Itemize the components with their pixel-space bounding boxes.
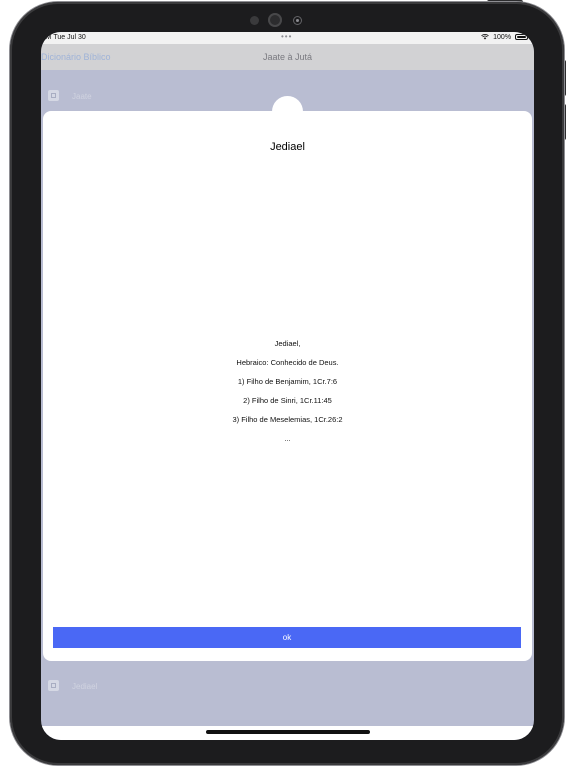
camera-lens: [268, 13, 282, 27]
light-sensor: [293, 16, 302, 25]
multitasking-dots[interactable]: •••: [281, 32, 292, 41]
list-item-icon: [48, 680, 59, 691]
list-item-label: Jediael: [72, 682, 98, 691]
definition-modal: Jediael Jediael, Hebraico: Conhecido de …: [43, 111, 532, 661]
status-right: 100%: [481, 34, 528, 41]
body-line: ...: [284, 434, 291, 443]
page: PM Tue Jul 30 ••• 100% Dicionário Bíblic…: [0, 0, 576, 768]
battery-percent: 100%: [493, 34, 512, 41]
body-line: Hebraico: Conhecido de Deus.: [236, 358, 339, 367]
body-line: 2) Filho de Sinri, 1Cr.11:45: [243, 396, 332, 405]
sensor-dot: [250, 16, 259, 25]
body-line: 3) Filho de Meselemias, 1Cr.26:2: [232, 415, 343, 424]
body-line: Jediael,: [274, 339, 301, 348]
screen: PM Tue Jul 30 ••• 100% Dicionário Bíblic…: [41, 32, 534, 740]
body-line: 1) Filho de Benjamim, 1Cr.7:6: [237, 377, 338, 386]
modal-title: Jediael: [270, 141, 305, 153]
list-item-label: Jaate: [72, 92, 92, 101]
ok-button[interactable]: ok: [53, 627, 521, 648]
home-indicator[interactable]: [206, 730, 370, 734]
navigation-bar: Dicionário Bíblico Jaate à Jutá: [41, 44, 534, 70]
wifi-icon: [481, 34, 489, 40]
modal-body: Jediael, Hebraico: Conhecido de Deus. 1)…: [43, 339, 532, 453]
list-item[interactable]: Jediael: [41, 676, 534, 698]
battery-icon: [515, 34, 528, 40]
status-bar: PM Tue Jul 30 ••• 100%: [41, 32, 534, 44]
list-item-icon: [48, 90, 59, 101]
status-time-date: PM Tue Jul 30: [41, 34, 86, 41]
nav-title: Jaate à Jutá: [262, 52, 313, 62]
